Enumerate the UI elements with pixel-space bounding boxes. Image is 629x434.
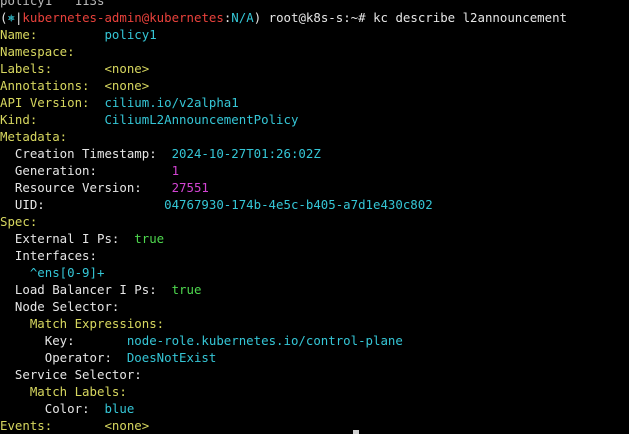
field-key: Namespace: xyxy=(0,44,75,59)
field-color: Color: blue xyxy=(0,400,629,417)
field-namespace: Namespace: xyxy=(0,43,629,60)
field-expr-operator: Operator: DoesNotExist xyxy=(0,349,629,366)
field-name: Name: policy1 xyxy=(0,26,629,43)
field-value: <none> xyxy=(104,61,150,76)
field-key: Name: xyxy=(0,27,38,42)
kube-namespace: N/A xyxy=(231,10,254,25)
field-key: Match Expressions: xyxy=(29,316,165,331)
field-key: Generation: xyxy=(14,163,97,178)
field-key: Labels: xyxy=(0,61,53,76)
field-value: cilium.io/v2alpha1 xyxy=(104,95,239,110)
field-value: ^ens[0-9]+ xyxy=(29,265,105,280)
field-value: true xyxy=(171,282,202,297)
field-value: 1 xyxy=(171,163,180,178)
field-uid: UID: 04767930-174b-4e5c-b405-a7d1e430c80… xyxy=(0,196,629,213)
field-key: Service Selector: xyxy=(14,367,142,382)
field-value: 27551 xyxy=(171,180,209,195)
field-value: policy1 xyxy=(104,27,157,42)
field-annotations: Annotations: <none> xyxy=(0,77,629,94)
field-external-ips: External I Ps: true xyxy=(0,230,629,247)
field-key: External I Ps: xyxy=(14,231,120,246)
field-key: Resource Version: xyxy=(14,180,142,195)
field-metadata: Metadata: xyxy=(0,128,629,145)
previous-output-text: policy1 113s xyxy=(0,0,105,8)
field-key: Annotations: xyxy=(0,78,90,93)
field-key: Match Labels: xyxy=(29,384,127,399)
field-creation-timestamp: Creation Timestamp: 2024-10-27T01:26:02Z xyxy=(0,145,629,162)
prompt-line: (⎈|kubernetes-admin@kubernetes:N/A) root… xyxy=(0,9,629,26)
field-interfaces-item: ^ens[0-9]+ xyxy=(0,264,629,281)
field-expr-key: Key: node-role.kubernetes.io/control-pla… xyxy=(0,332,629,349)
field-key: Operator: xyxy=(44,350,112,365)
user-host: root@k8s-s:~# xyxy=(261,10,374,25)
field-load-balancer-ips: Load Balancer I Ps: true xyxy=(0,281,629,298)
field-value: node-role.kubernetes.io/control-plane xyxy=(126,333,403,348)
field-key: Spec: xyxy=(0,214,38,229)
field-api-version: API Version: cilium.io/v2alpha1 xyxy=(0,94,629,111)
terminal-cursor xyxy=(353,430,359,434)
field-events: Events: <none> xyxy=(0,417,629,434)
kube-context: kubernetes-admin@kubernetes xyxy=(22,10,224,25)
field-match-expressions: Match Expressions: xyxy=(0,315,629,332)
command-text: kc describe l2announcement xyxy=(373,10,568,25)
field-key: Kind: xyxy=(0,112,38,127)
field-match-labels: Match Labels: xyxy=(0,383,629,400)
field-value: CiliumL2AnnouncementPolicy xyxy=(104,112,299,127)
terminal-output[interactable]: policy1 113s (⎈|kubernetes-admin@kuberne… xyxy=(0,0,629,434)
field-value: blue xyxy=(104,401,135,416)
field-generation: Generation: 1 xyxy=(0,162,629,179)
field-key: Color: xyxy=(44,401,90,416)
field-value: DoesNotExist xyxy=(126,350,217,365)
field-key: Creation Timestamp: xyxy=(14,146,157,161)
field-kind: Kind: CiliumL2AnnouncementPolicy xyxy=(0,111,629,128)
field-interfaces: Interfaces: xyxy=(0,247,629,264)
field-value: 04767930-174b-4e5c-b405-a7d1e430c802 xyxy=(164,197,433,212)
kubernetes-icon: ⎈ xyxy=(7,10,15,25)
field-resource-version: Resource Version: 27551 xyxy=(0,179,629,196)
field-node-selector: Node Selector: xyxy=(0,298,629,315)
field-value: <none> xyxy=(104,78,150,93)
field-value: 2024-10-27T01:26:02Z xyxy=(171,146,321,161)
field-key: Metadata: xyxy=(0,129,68,144)
field-spec: Spec: xyxy=(0,213,629,230)
field-key: API Version: xyxy=(0,95,90,110)
field-value: <none> xyxy=(104,418,150,433)
field-service-selector: Service Selector: xyxy=(0,366,629,383)
field-key: Events: xyxy=(0,418,53,433)
field-key: Load Balancer I Ps: xyxy=(14,282,157,297)
field-key: UID: xyxy=(14,197,45,212)
previous-output-line: policy1 113s xyxy=(0,0,629,9)
field-key: Interfaces: xyxy=(14,248,97,263)
field-key: Key: xyxy=(44,333,75,348)
field-labels: Labels: <none> xyxy=(0,60,629,77)
field-value: true xyxy=(134,231,165,246)
field-key: Node Selector: xyxy=(14,299,120,314)
